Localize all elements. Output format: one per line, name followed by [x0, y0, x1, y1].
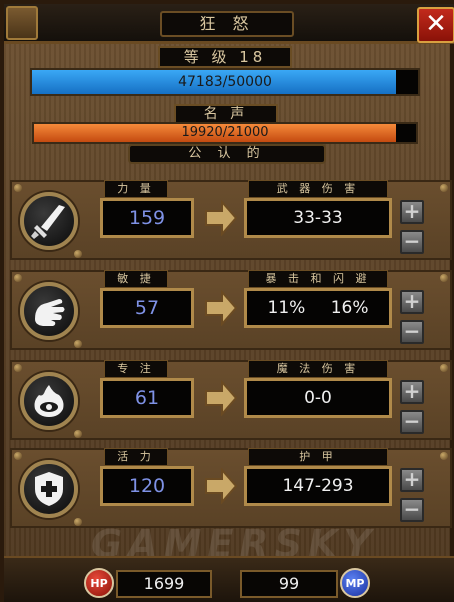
fame-rank: 公 认 的 — [128, 144, 326, 164]
dodge-value: 16% — [330, 298, 369, 318]
result-value: 147-293 — [244, 466, 392, 506]
plus-button[interactable]: + — [400, 200, 424, 224]
result-value-1: 147-293 — [282, 476, 354, 496]
mp-value: 99 — [240, 570, 338, 598]
sword-icon — [20, 192, 78, 250]
title-bar: 狂 怒 ✕ — [4, 4, 454, 44]
rivet — [440, 184, 448, 192]
rivet — [440, 274, 448, 282]
result-label: 暴 击 和 闪 避 — [248, 270, 388, 288]
plus-button[interactable]: + — [400, 468, 424, 492]
result-value-1: 33-33 — [293, 208, 343, 228]
arrow-right-icon — [205, 468, 238, 504]
xp-bar: 47183/50000 — [30, 68, 420, 96]
window-title: 狂 怒 — [160, 11, 294, 37]
fame-label: 名 声 — [174, 104, 278, 124]
fist-icon — [20, 282, 78, 340]
character-stats-window: 狂 怒 ✕ 等 级 18 47183/50000 名 声 19920/21000… — [0, 0, 454, 602]
arrow-right-icon — [205, 200, 238, 236]
rivet — [14, 184, 22, 192]
stat-panel-agility: 敏 捷 57 暴 击 和 闪 避 11% 16% + − — [10, 270, 452, 350]
minus-button[interactable]: − — [400, 410, 424, 434]
rivet — [440, 452, 448, 460]
stat-label: 敏 捷 — [104, 270, 168, 288]
mp-orb: MP — [340, 568, 370, 598]
rivet — [74, 430, 82, 438]
xp-text: 47183/50000 — [178, 74, 272, 90]
rivet — [14, 452, 22, 460]
result-value: 0-0 — [244, 378, 392, 418]
minus-button[interactable]: − — [400, 498, 424, 522]
result-label: 护 甲 — [248, 448, 388, 466]
eye-flame-icon — [20, 372, 78, 430]
fame-text: 19920/21000 — [181, 125, 269, 140]
hp-orb: HP — [84, 568, 114, 598]
result-value: 33-33 — [244, 198, 392, 238]
plus-button[interactable]: + — [400, 380, 424, 404]
result-label: 武 器 伤 害 — [248, 180, 388, 198]
arrow-right-icon — [205, 380, 238, 416]
stat-value: 159 — [100, 198, 194, 238]
rivet — [14, 274, 22, 282]
plus-button[interactable]: + — [400, 290, 424, 314]
fame-bar: 19920/21000 — [32, 122, 418, 144]
menu-button[interactable] — [6, 6, 38, 40]
rivet — [14, 364, 22, 372]
close-button[interactable]: ✕ — [417, 7, 454, 43]
stat-label: 活 力 — [104, 448, 168, 466]
stat-panel-vitality: 活 力 120 护 甲 147-293 + − — [10, 448, 452, 528]
stat-value: 61 — [100, 378, 194, 418]
result-value-1: 0-0 — [304, 388, 332, 408]
result-label: 魔 法 伤 害 — [248, 360, 388, 378]
stat-label: 力 量 — [104, 180, 168, 198]
stat-label: 专 注 — [104, 360, 168, 378]
result-value: 11% 16% — [244, 288, 392, 328]
stat-value: 57 — [100, 288, 194, 328]
stat-panel-focus: 专 注 61 魔 法 伤 害 0-0 + − — [10, 360, 452, 440]
level-label: 等 级 18 — [158, 46, 292, 68]
arrow-right-icon — [205, 290, 238, 326]
minus-button[interactable]: − — [400, 230, 424, 254]
shield-cross-icon — [20, 460, 78, 518]
status-bar: HP 1699 99 MP — [4, 556, 454, 602]
crit-value: 11% — [267, 298, 306, 318]
stat-value: 120 — [100, 466, 194, 506]
rivet — [74, 340, 82, 348]
minus-button[interactable]: − — [400, 320, 424, 344]
stat-panel-strength: 力 量 159 武 器 伤 害 33-33 + − — [10, 180, 452, 260]
rivet — [440, 364, 448, 372]
hp-value: 1699 — [116, 570, 212, 598]
rivet — [74, 250, 82, 258]
